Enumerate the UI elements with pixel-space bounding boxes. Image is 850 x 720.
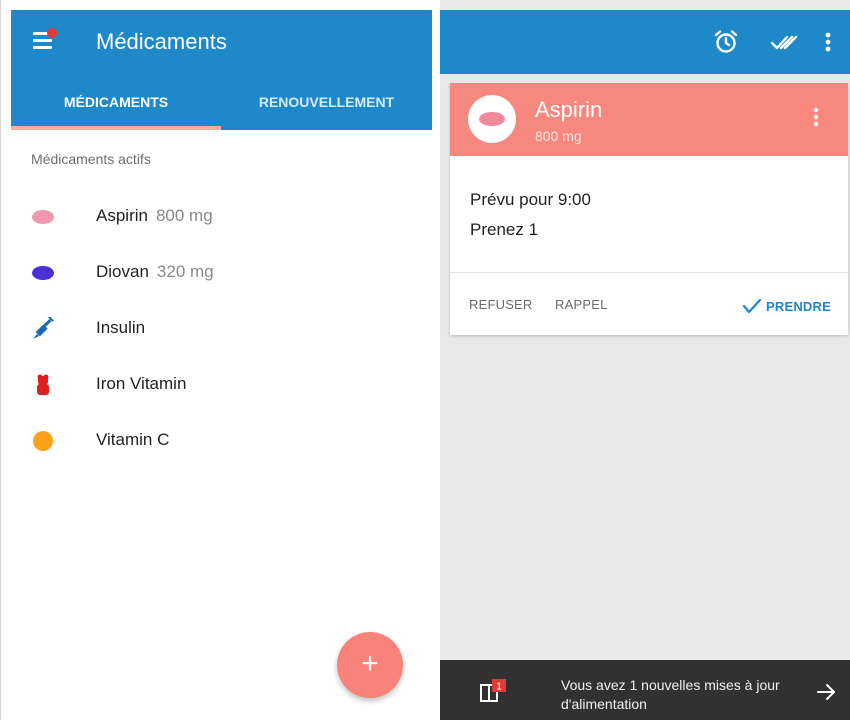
take-button-label: PRENDRE	[766, 299, 831, 314]
orange-pill-icon	[33, 431, 53, 451]
medication-item-aspirin[interactable]: Aspirin 800 mg	[13, 192, 431, 242]
medication-label: Diovan 320 mg	[96, 262, 214, 282]
reminder-panel: Aspirin 800 mg Prévu pour 9:00 Prenez 1 …	[440, 0, 850, 720]
medication-item-diovan[interactable]: Diovan 320 mg	[13, 248, 431, 298]
add-medication-button[interactable]: +	[337, 632, 403, 698]
pill-avatar	[468, 95, 516, 143]
section-label: Médicaments actifs	[31, 151, 151, 167]
medication-label: Vitamin C	[96, 430, 169, 450]
remind-button[interactable]: RAPPEL	[555, 297, 608, 312]
card-body: Prévu pour 9:00 Prenez 1	[470, 185, 591, 245]
arrow-right-icon[interactable]	[816, 682, 836, 702]
medication-label: Aspirin 800 mg	[96, 206, 213, 226]
scheduled-time: Prévu pour 9:00	[470, 190, 591, 209]
menu-icon-bar	[33, 39, 52, 42]
feed-update-icon: 1	[480, 679, 506, 702]
medication-label: Insulin	[96, 318, 145, 338]
pink-pill-icon	[32, 210, 54, 224]
gummy-bear-icon	[37, 374, 49, 395]
medication-name: Insulin	[96, 318, 146, 337]
page-title: Médicaments	[96, 29, 227, 54]
more-vertical-icon[interactable]	[810, 105, 822, 129]
medications-panel: Médicaments MÉDICAMENTS RENOUVELLEMENT M…	[0, 0, 433, 720]
tab-medications[interactable]: MÉDICAMENTS	[11, 90, 221, 130]
badge-count: 1	[496, 682, 502, 693]
medication-label: Iron Vitamin	[96, 374, 186, 394]
medication-name: Diovan	[96, 262, 149, 281]
purple-pill-icon	[32, 266, 54, 280]
medication-name: Aspirin	[96, 206, 148, 225]
refuse-button[interactable]: REFUSER	[469, 297, 533, 312]
medication-dose: 320 mg	[156, 262, 214, 281]
snackbar: 1 Vous avez 1 nouvelles mises à jour d'a…	[440, 660, 850, 720]
check-icon	[742, 298, 762, 314]
medication-name: Vitamin C	[96, 430, 170, 449]
syringe-icon	[33, 317, 54, 339]
app-bar	[440, 10, 850, 74]
alarm-icon[interactable]	[712, 28, 740, 56]
double-check-icon[interactable]	[770, 28, 798, 56]
dose-instruction: Prenez 1	[470, 220, 539, 239]
menu-button[interactable]	[31, 28, 57, 52]
more-vertical-icon[interactable]	[820, 28, 836, 56]
medication-dose: 800 mg	[155, 206, 213, 225]
medication-item-vitamin-c[interactable]: Vitamin C	[13, 416, 431, 466]
medication-item-insulin[interactable]: Insulin	[13, 304, 431, 354]
notification-dot	[47, 28, 57, 38]
snackbar-message: Vous avez 1 nouvelles mises à jour d'ali…	[561, 677, 780, 712]
divider	[450, 272, 848, 273]
pink-pill-icon	[479, 112, 505, 126]
menu-icon-bar	[33, 46, 52, 49]
dose-reminder-card: Aspirin 800 mg Prévu pour 9:00 Prenez 1 …	[450, 83, 848, 335]
card-dose: 800 mg	[535, 128, 582, 144]
tab-renewal[interactable]: RENOUVELLEMENT	[221, 90, 432, 130]
take-button[interactable]: PRENDRE	[742, 297, 831, 315]
card-header: Aspirin 800 mg	[450, 83, 848, 156]
app-bar: Médicaments MÉDICAMENTS RENOUVELLEMENT	[11, 10, 432, 130]
medication-item-iron-vitamin[interactable]: Iron Vitamin	[13, 360, 431, 410]
medication-name: Iron Vitamin	[96, 374, 187, 393]
card-title: Aspirin	[535, 97, 603, 122]
active-tab-indicator	[11, 126, 221, 130]
